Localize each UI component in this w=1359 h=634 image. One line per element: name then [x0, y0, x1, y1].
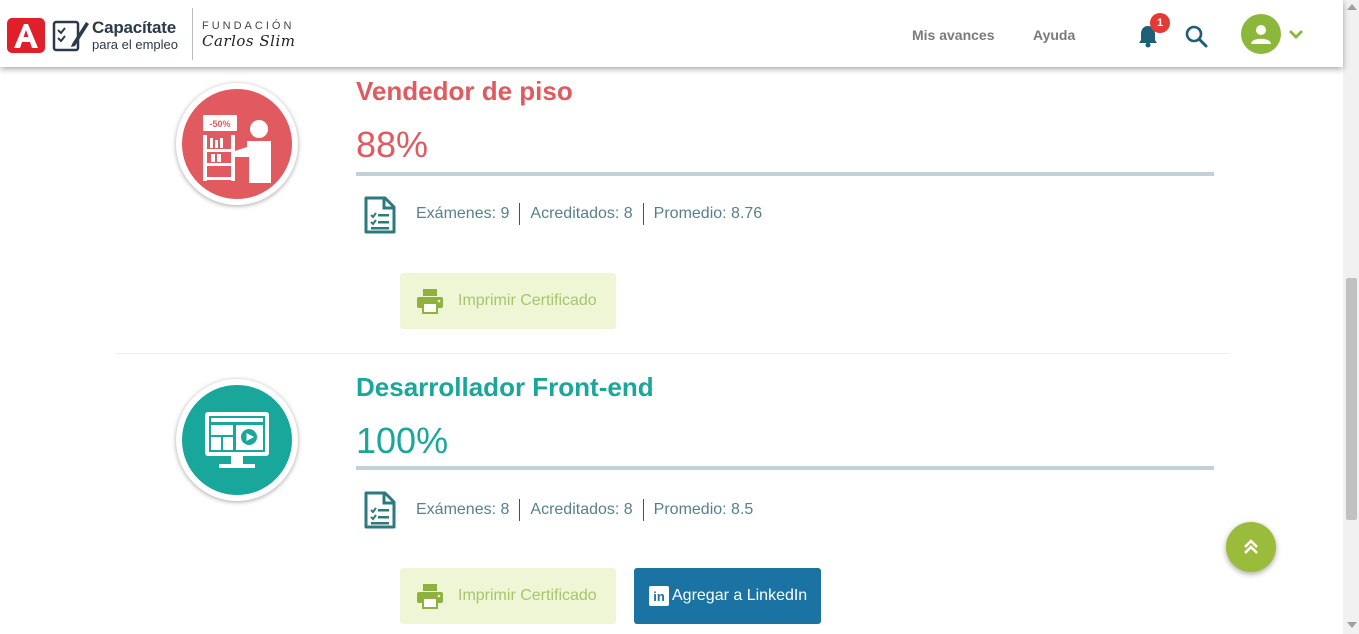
- document-list-icon: [364, 196, 396, 234]
- checklist-logo-icon: [52, 20, 89, 52]
- print-certificate-button[interactable]: Imprimir Certificado: [400, 273, 616, 329]
- exams-count: Exámenes: 8: [416, 501, 510, 518]
- linkedin-icon: in: [649, 586, 669, 606]
- chevron-down-icon[interactable]: [1288, 28, 1304, 40]
- course-stats: Exámenes: 8 Acreditados: 8 Promedio: 8.5: [416, 499, 763, 521]
- user-avatar-icon[interactable]: [1241, 14, 1281, 54]
- aprende-logo-icon[interactable]: [7, 18, 45, 53]
- course-stats: Exámenes: 9 Acreditados: 8 Promedio: 8.7…: [416, 203, 772, 225]
- scroll-to-top-button[interactable]: [1226, 522, 1276, 572]
- course-progress-percent: 88%: [356, 124, 429, 165]
- course-divider: [115, 353, 1230, 354]
- search-icon[interactable]: [1184, 24, 1208, 48]
- scroll-up-arrow-icon[interactable]: [1347, 4, 1357, 10]
- accredited-count: Acreditados: 8: [519, 499, 642, 521]
- add-to-linkedin-label: Agregar a LinkedIn: [672, 587, 808, 604]
- salesperson-icon: -50%: [182, 89, 292, 199]
- average-score: Promedio: 8.76: [642, 203, 773, 225]
- average-score: Promedio: 8.5: [642, 499, 764, 521]
- nav-mis-avances[interactable]: Mis avances: [912, 27, 995, 43]
- progress-divider: [356, 172, 1214, 176]
- scrollbar-thumb[interactable]: [1346, 278, 1357, 520]
- brand-name[interactable]: Capacítate para el empleo: [92, 18, 178, 52]
- add-to-linkedin-button[interactable]: in Agregar a LinkedIn: [634, 568, 821, 624]
- foundation-line2: Carlos Slim: [202, 32, 296, 50]
- page: -50% Vendedor de piso 88% Exámenes: 9 Ac…: [0, 0, 1359, 634]
- print-certificate-label: Imprimir Certificado: [458, 292, 597, 309]
- notification-badge: 1: [1150, 13, 1170, 33]
- document-list-icon: [364, 491, 396, 529]
- foundation-line1: FUNDACIÓN: [202, 20, 295, 32]
- accredited-count: Acreditados: 8: [519, 203, 642, 225]
- print-certificate-button[interactable]: Imprimir Certificado: [400, 568, 616, 624]
- logo-separator: [192, 8, 193, 60]
- foundation-logo: FUNDACIÓN Carlos Slim: [202, 20, 295, 50]
- course-title: Vendedor de piso: [356, 76, 573, 106]
- nav-ayuda[interactable]: Ayuda: [1033, 27, 1075, 43]
- course-image: [176, 379, 298, 501]
- brand-line1: Capacítate: [92, 18, 176, 37]
- course-image: -50%: [176, 83, 298, 205]
- double-chevron-up-icon: [1244, 539, 1258, 554]
- exams-count: Exámenes: 9: [416, 205, 510, 222]
- course-progress-percent: 100%: [356, 420, 449, 461]
- course-title: Desarrollador Front-end: [356, 372, 654, 402]
- brand-line2: para el empleo: [92, 37, 178, 52]
- printer-icon: [417, 584, 443, 609]
- computer-video-icon: [182, 385, 292, 495]
- print-certificate-label: Imprimir Certificado: [458, 587, 597, 604]
- printer-icon: [417, 289, 443, 314]
- progress-divider: [356, 466, 1214, 470]
- discount-label: -50%: [209, 119, 230, 129]
- scroll-down-arrow-icon[interactable]: [1347, 622, 1357, 628]
- top-header: Capacítate para el empleo FUNDACIÓN Carl…: [0, 0, 1343, 67]
